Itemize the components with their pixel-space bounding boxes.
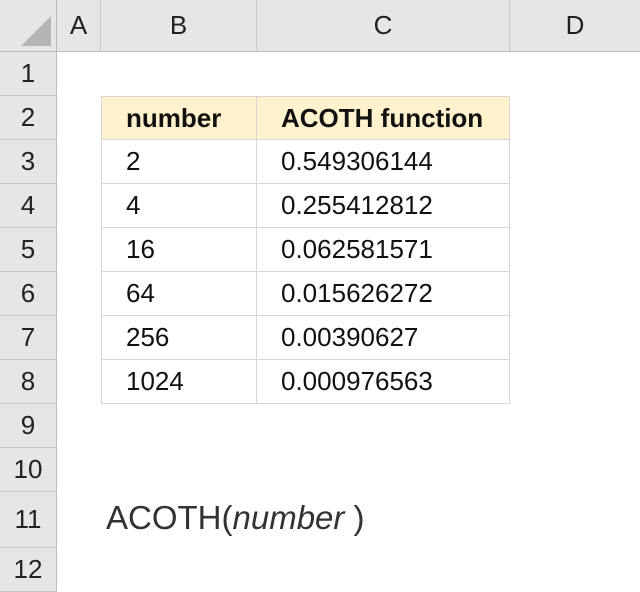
row-header-3[interactable]: 3 [0, 140, 57, 184]
select-all-triangle-icon [21, 16, 51, 46]
table-header-acoth[interactable]: ACOTH function [257, 96, 510, 140]
table-header-number[interactable]: number [101, 96, 257, 140]
spreadsheet: A B C D 1 2 3 4 5 6 7 8 9 10 11 12 numbe… [0, 0, 640, 592]
table-cell-acoth[interactable]: 0.015626272 [257, 272, 510, 316]
table-cell-acoth[interactable]: 0.549306144 [257, 140, 510, 184]
row-header-10[interactable]: 10 [0, 448, 57, 492]
row-header-4[interactable]: 4 [0, 184, 57, 228]
formula-close-paren: ) [344, 499, 365, 536]
row-header-6[interactable]: 6 [0, 272, 57, 316]
table-cell-acoth[interactable]: 0.255412812 [257, 184, 510, 228]
table-cell-acoth[interactable]: 0.062581571 [257, 228, 510, 272]
row-header-7[interactable]: 7 [0, 316, 57, 360]
table-cell-acoth[interactable]: 0.000976563 [257, 360, 510, 404]
table-cell-number[interactable]: 4 [101, 184, 257, 228]
row-header-11[interactable]: 11 [0, 492, 57, 548]
row-header-9[interactable]: 9 [0, 404, 57, 448]
column-header-b[interactable]: B [101, 0, 257, 52]
select-all-corner[interactable] [0, 0, 57, 52]
row-header-2[interactable]: 2 [0, 96, 57, 140]
formula-function-name: ACOTH( [106, 499, 233, 536]
row-header-8[interactable]: 8 [0, 360, 57, 404]
table-cell-number[interactable]: 2 [101, 140, 257, 184]
table-cell-number[interactable]: 1024 [101, 360, 257, 404]
column-header-d[interactable]: D [510, 0, 640, 52]
table-cell-number[interactable]: 16 [101, 228, 257, 272]
table-cell-number[interactable]: 256 [101, 316, 257, 360]
formula-syntax: ACOTH(number ) [106, 496, 365, 540]
column-header-a[interactable]: A [57, 0, 101, 52]
table-cell-number[interactable]: 64 [101, 272, 257, 316]
column-header-c[interactable]: C [257, 0, 510, 52]
row-header-5[interactable]: 5 [0, 228, 57, 272]
row-header-12[interactable]: 12 [0, 548, 57, 592]
row-header-1[interactable]: 1 [0, 52, 57, 96]
table-cell-acoth[interactable]: 0.00390627 [257, 316, 510, 360]
formula-argument: number [232, 499, 345, 536]
